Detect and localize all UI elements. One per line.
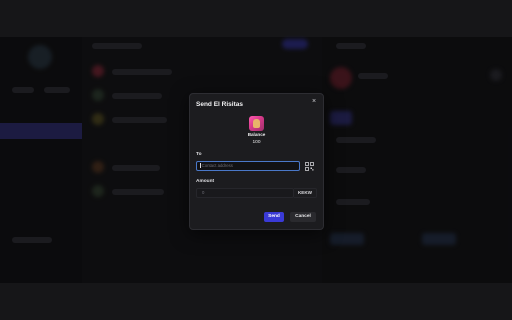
amount-input[interactable]: 0 xyxy=(196,188,294,198)
balance-label: Balance xyxy=(247,132,266,137)
dialog-title: Send El Risitas xyxy=(196,101,243,108)
to-address-placeholder: Contact address xyxy=(201,163,233,168)
to-address-input[interactable]: Contact address xyxy=(196,161,300,171)
amount-label: Amount xyxy=(196,179,215,184)
token-avatar xyxy=(249,116,264,131)
amount-placeholder: 0 xyxy=(202,190,205,195)
send-dialog: Send El Risitas × Balance 100 To Contact… xyxy=(189,93,324,230)
qr-scan-icon[interactable] xyxy=(305,162,314,171)
to-label: To xyxy=(196,152,202,157)
close-icon[interactable]: × xyxy=(312,98,316,106)
cancel-button[interactable]: Cancel xyxy=(290,212,316,222)
send-button[interactable]: Send xyxy=(264,212,284,222)
amount-unit: KEKW xyxy=(294,188,317,198)
balance-value: 100 xyxy=(252,140,261,145)
